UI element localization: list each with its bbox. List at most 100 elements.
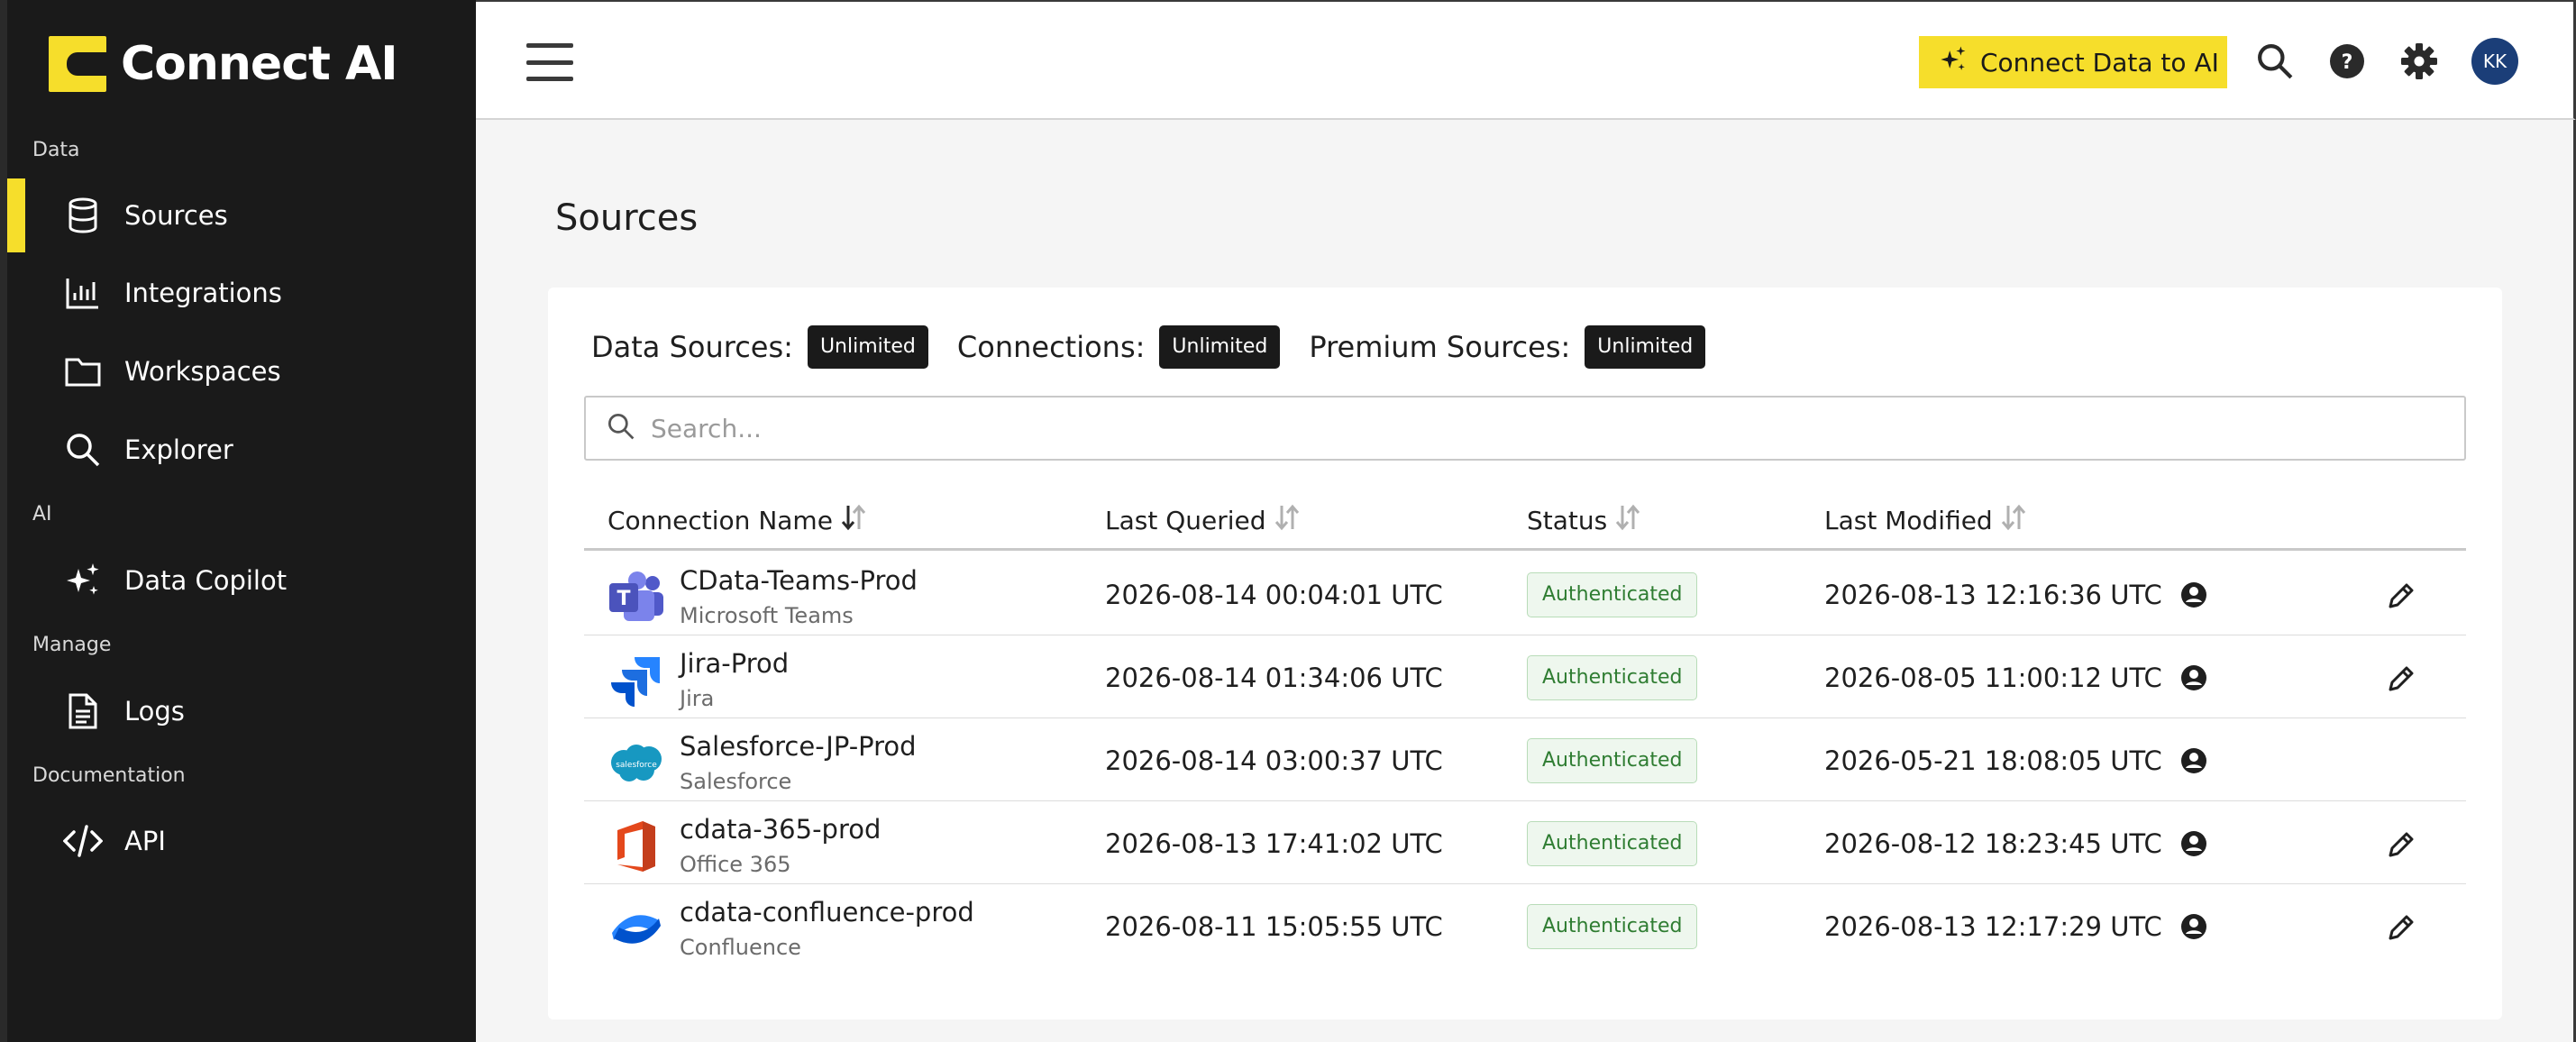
quota-badge-premium-sources: Unlimited [1585, 325, 1706, 369]
sidebar-item-data-copilot[interactable]: Data Copilot [7, 544, 476, 617]
settings-icon[interactable] [2398, 40, 2441, 83]
quota-badge-connections: Unlimited [1159, 325, 1281, 369]
column-header-status[interactable]: Status [1527, 502, 1641, 539]
connection-name[interactable]: CData-Teams-Prod [680, 565, 918, 596]
database-icon [63, 196, 103, 235]
brand-mark-icon [49, 36, 110, 92]
status-badge: Authenticated [1527, 655, 1698, 700]
sort-descending-icon [840, 502, 867, 539]
last-queried: 2026-08-13 17:41:02 UTC [1105, 828, 1443, 859]
salesforce-logo-icon: salesforce [607, 736, 665, 791]
search-input[interactable] [651, 413, 2363, 443]
sort-icon [1274, 502, 1301, 539]
sidebar-item-label: Data Copilot [124, 565, 288, 596]
brand-logo[interactable]: Connect AI [49, 34, 398, 94]
sidebar-item-label: Integrations [124, 278, 282, 308]
active-indicator [7, 178, 25, 252]
user-icon[interactable] [2180, 830, 2207, 857]
connection-name[interactable]: cdata-confluence-prod [680, 897, 974, 928]
last-queried: 2026-08-14 00:04:01 UTC [1105, 580, 1443, 610]
last-modified: 2026-05-21 18:08:05 UTC [1824, 745, 2207, 776]
last-modified: 2026-08-13 12:16:36 UTC [1824, 580, 2207, 610]
sidebar-item-integrations[interactable]: Integrations [7, 256, 476, 330]
column-header-connection-name[interactable]: Connection Name [607, 502, 867, 539]
sidebar-item-workspaces[interactable]: Workspaces [7, 334, 476, 408]
column-header-label: Status [1527, 506, 1608, 535]
edit-icon[interactable] [2383, 661, 2419, 697]
avatar[interactable]: KK [2471, 38, 2518, 85]
status-badge: Authenticated [1527, 572, 1698, 617]
user-icon[interactable] [2180, 913, 2207, 940]
sidebar-section-manage: Manage [32, 634, 112, 656]
quota-label-data-sources: Data Sources: [591, 330, 793, 364]
last-modified-value: 2026-08-13 12:16:36 UTC [1824, 580, 2162, 610]
user-icon[interactable] [2180, 664, 2207, 691]
sidebar-section-ai: AI [32, 503, 52, 526]
document-icon [63, 691, 103, 731]
status-badge: Authenticated [1527, 904, 1698, 949]
code-icon [63, 821, 103, 861]
sidebar-section-data: Data [32, 139, 80, 161]
search-icon[interactable] [2253, 40, 2297, 83]
confluence-logo-icon [607, 902, 665, 956]
sidebar-item-explorer[interactable]: Explorer [7, 413, 476, 487]
last-modified-value: 2026-05-21 18:08:05 UTC [1824, 745, 2162, 776]
user-icon[interactable] [2180, 747, 2207, 774]
connection-name[interactable]: Salesforce-JP-Prod [680, 731, 917, 762]
sidebar-item-logs[interactable]: Logs [7, 674, 476, 748]
connect-data-button-label: Connect Data to AI [1980, 47, 2219, 78]
table-row[interactable]: T CData-Teams-Prod Microsoft Teams 2026-… [584, 553, 2466, 635]
jira-logo-icon [607, 654, 665, 708]
sidebar-item-label: API [124, 826, 166, 856]
edit-icon[interactable] [2383, 909, 2419, 946]
last-modified: 2026-08-13 12:17:29 UTC [1824, 911, 2207, 942]
connection-name[interactable]: Jira-Prod [680, 648, 789, 679]
sparkles-icon [1939, 45, 1968, 80]
column-header-label: Connection Name [607, 506, 833, 535]
office365-logo-icon [607, 819, 665, 873]
connect-data-button[interactable]: Connect Data to AI [1919, 36, 2227, 88]
quota-label-connections: Connections: [956, 330, 1146, 364]
main-content: Sources Data Sources: Unlimited Connecti… [476, 120, 2576, 1042]
help-icon[interactable]: ? [2325, 40, 2369, 83]
sidebar: Connect AI Data Sources Integrations Wor… [0, 0, 476, 1042]
last-queried: 2026-08-14 03:00:37 UTC [1105, 745, 1443, 776]
table-row[interactable]: Jira-Prod Jira 2026-08-14 01:34:06 UTC A… [584, 635, 2466, 718]
sort-icon [1614, 502, 1641, 539]
connection-source: Salesforce [680, 769, 792, 794]
table-row[interactable]: cdata-confluence-prod Confluence 2026-08… [584, 884, 2466, 967]
table-row[interactable]: salesforce Salesforce-JP-Prod Salesforce… [584, 718, 2466, 801]
last-queried: 2026-08-11 15:05:55 UTC [1105, 911, 1443, 942]
last-queried: 2026-08-14 01:34:06 UTC [1105, 663, 1443, 693]
sidebar-item-sources[interactable]: Sources [7, 178, 476, 252]
search-icon [607, 413, 635, 443]
table-row[interactable]: cdata-365-prod Office 365 2026-08-13 17:… [584, 801, 2466, 884]
last-modified-value: 2026-08-05 11:00:12 UTC [1824, 663, 2162, 693]
sidebar-item-api[interactable]: API [7, 804, 476, 878]
connection-source: Microsoft Teams [680, 603, 854, 628]
last-modified: 2026-08-12 18:23:45 UTC [1824, 828, 2207, 859]
column-header-last-modified[interactable]: Last Modified [1824, 502, 2027, 539]
edit-icon[interactable] [2383, 827, 2419, 863]
status-badge: Authenticated [1527, 821, 1698, 866]
sources-card: Data Sources: Unlimited Connections: Unl… [548, 288, 2502, 1019]
svg-text:T: T [617, 588, 630, 610]
connection-source: Confluence [680, 935, 801, 960]
user-icon[interactable] [2180, 581, 2207, 608]
connection-name[interactable]: cdata-365-prod [680, 814, 881, 845]
search-box[interactable] [584, 396, 2466, 461]
edit-icon[interactable] [2383, 578, 2419, 614]
column-header-last-queried[interactable]: Last Queried [1105, 502, 1301, 539]
top-bar: Connect Data to AI ? KK [476, 0, 2576, 120]
svg-text:salesforce: salesforce [616, 761, 657, 770]
quota-badge-data-sources: Unlimited [807, 325, 928, 369]
sidebar-item-label: Explorer [124, 434, 233, 465]
sidebar-item-label: Workspaces [124, 356, 281, 387]
svg-text:?: ? [2342, 51, 2353, 74]
table-header: Connection Name Last Queried Status Last… [584, 489, 2466, 551]
column-header-label: Last Queried [1105, 506, 1266, 535]
connection-source: Office 365 [680, 852, 791, 877]
menu-icon[interactable] [526, 43, 573, 81]
status-badge: Authenticated [1527, 738, 1698, 783]
sidebar-section-documentation: Documentation [32, 764, 186, 787]
